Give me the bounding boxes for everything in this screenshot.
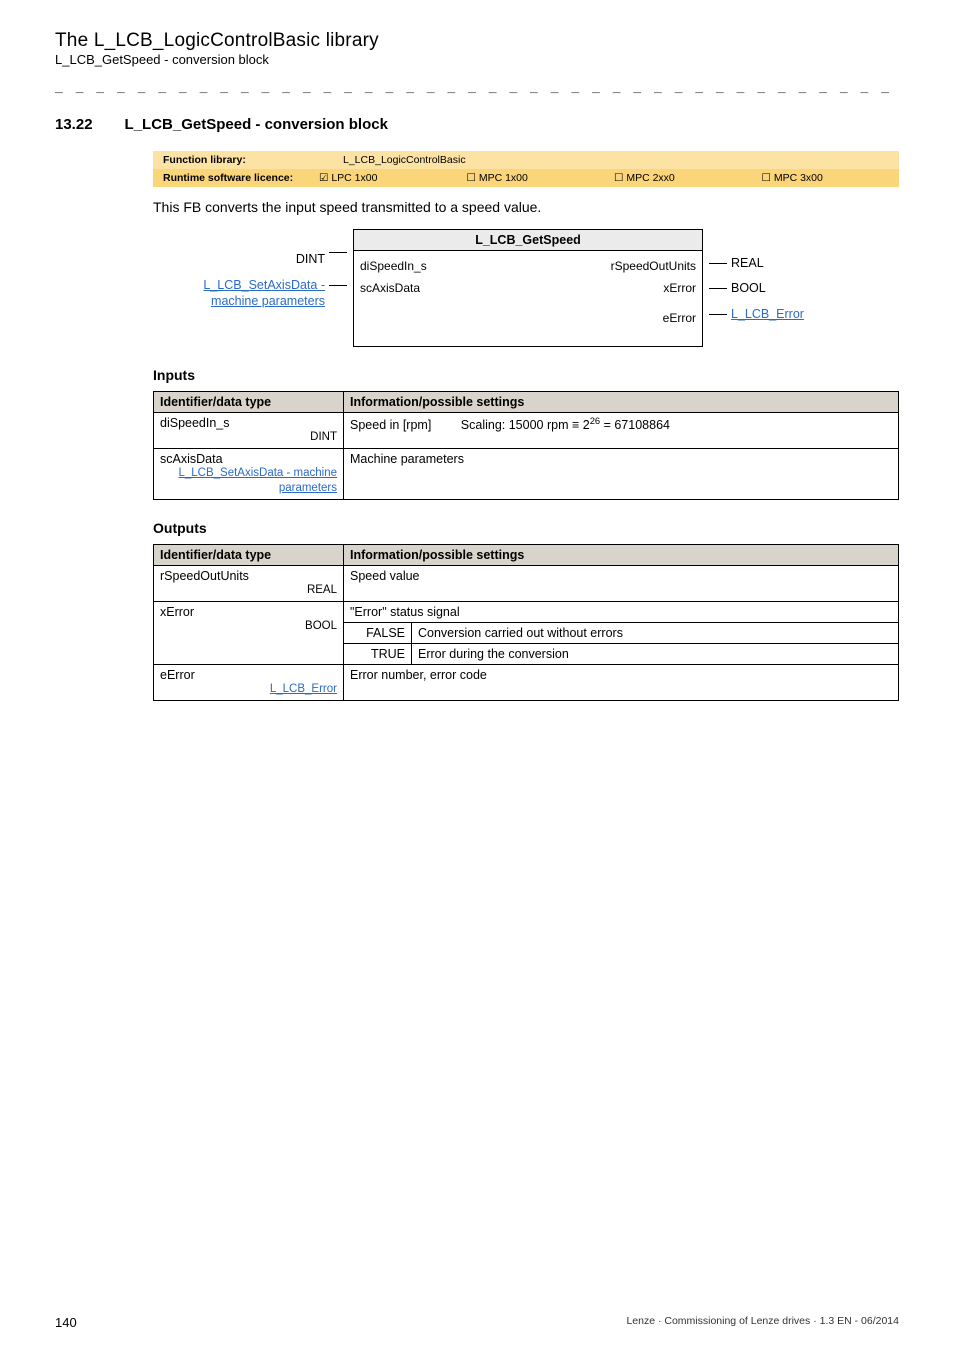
page-number: 140 — [55, 1315, 77, 1330]
page-footer: 140 Lenze · Commissioning of Lenze drive… — [55, 1275, 899, 1330]
wire-icon — [329, 252, 347, 253]
lic-3-checkbox-icon: ☐ — [614, 172, 623, 184]
lic-2: ☐ MPC 1x00 — [457, 169, 605, 187]
true-label: TRUE — [344, 643, 412, 664]
inputs-th-2: Information/possible settings — [344, 392, 899, 413]
table-row: xError BOOL "Error" status signal FALSE … — [154, 601, 899, 664]
port-in-1: diSpeedIn_s — [360, 259, 427, 273]
outputs-table: Identifier/data type Information/possibl… — [153, 544, 899, 701]
out-info-2-top: "Error" status signal — [344, 602, 898, 622]
outputs-th-1: Identifier/data type — [154, 544, 344, 565]
lic-1: ☑ LPC 1x00 — [309, 169, 457, 187]
ext-right-type-2: BOOL — [731, 281, 766, 295]
description: This FB converts the input speed transmi… — [153, 199, 899, 215]
port-out-1: rSpeedOutUnits — [611, 259, 696, 273]
wire-icon — [329, 285, 347, 286]
block-title: L_LCB_GetSpeed — [353, 229, 703, 250]
section-title: L_LCB_GetSpeed - conversion block — [125, 116, 388, 133]
runtime-label: Runtime software licence: — [153, 169, 309, 187]
page-title: The L_LCB_LogicControlBasic library — [55, 30, 899, 52]
table-row: diSpeedIn_s DINT Speed in [rpm] Scaling:… — [154, 413, 899, 449]
out-id-3: eError — [160, 668, 195, 682]
out-type-2: BOOL — [160, 619, 337, 634]
inputs-heading: Inputs — [153, 367, 899, 383]
out-link-3[interactable]: L_LCB_Error — [270, 683, 337, 695]
lic-3: ☐ MPC 2xx0 — [604, 169, 752, 187]
footer-right: Lenze · Commissioning of Lenze drives · … — [626, 1315, 899, 1330]
lic-2-checkbox-icon: ☐ — [467, 172, 476, 184]
lic-4-checkbox-icon: ☐ — [762, 172, 771, 184]
ext-right-type-1: REAL — [731, 256, 764, 270]
true-text: Error during the conversion — [412, 643, 899, 664]
lic-1-label: LPC 1x00 — [331, 172, 377, 184]
inputs-th-1: Identifier/data type — [154, 392, 344, 413]
false-text: Conversion carried out without errors — [412, 622, 899, 643]
ext-right-link[interactable]: L_LCB_Error — [731, 307, 804, 321]
input-info-1-prefix: Speed in [rpm] — [350, 418, 431, 432]
func-lib-label: Function library: — [153, 151, 333, 169]
false-label: FALSE — [344, 622, 412, 643]
license-row-2: Runtime software licence: ☑ LPC 1x00 ☐ M… — [153, 169, 899, 187]
block-body: diSpeedIn_s scAxisData rSpeedOutUnits xE… — [353, 250, 703, 347]
wire-icon — [709, 314, 727, 315]
out-type-1: REAL — [160, 583, 337, 598]
port-out-3: eError — [663, 311, 696, 325]
section-number: 13.22 — [55, 116, 93, 133]
lic-1-checkbox-icon: ☑ — [319, 172, 328, 184]
out-id-1: rSpeedOutUnits — [160, 569, 249, 583]
block-diagram: L_LCB_GetSpeed DINT L_LCB_SetAxisData - … — [153, 229, 899, 347]
out-info-1: Speed value — [344, 565, 899, 601]
table-row: scAxisData L_LCB_SetAxisData - machine p… — [154, 448, 899, 499]
input-info-2: Machine parameters — [344, 448, 899, 499]
lic-2-label: MPC 1x00 — [479, 172, 528, 184]
page-subtitle: L_LCB_GetSpeed - conversion block — [55, 52, 899, 67]
port-in-2: scAxisData — [360, 281, 420, 295]
table-row: eError L_LCB_Error Error number, error c… — [154, 664, 899, 700]
out-info-2-subtable: FALSE Conversion carried out without err… — [344, 622, 898, 664]
out-id-2: xError — [160, 605, 194, 619]
inputs-table: Identifier/data type Information/possibl… — [153, 391, 899, 500]
wire-icon — [709, 263, 727, 264]
lic-4: ☐ MPC 3x00 — [752, 169, 900, 187]
input-id-1: diSpeedIn_s — [160, 416, 230, 430]
license-row-1: Function library: L_LCB_LogicControlBasi… — [153, 151, 899, 169]
table-row: rSpeedOutUnits REAL Speed value — [154, 565, 899, 601]
input-id-2: scAxisData — [160, 452, 223, 466]
input-sublink-2[interactable]: L_LCB_SetAxisData - machine parameters — [178, 467, 337, 494]
port-out-2: xError — [663, 281, 696, 295]
ext-left-type-1: DINT — [296, 252, 325, 266]
out-info-3: Error number, error code — [344, 664, 899, 700]
divider: _ _ _ _ _ _ _ _ _ _ _ _ _ _ _ _ _ _ _ _ … — [55, 79, 899, 94]
ext-left-link[interactable]: L_LCB_SetAxisData - machine parameters — [153, 278, 325, 309]
func-lib-value: L_LCB_LogicControlBasic — [333, 151, 476, 169]
outputs-th-2: Information/possible settings — [344, 544, 899, 565]
lic-3-label: MPC 2xx0 — [626, 172, 674, 184]
input-type-1: DINT — [160, 430, 337, 445]
wire-icon — [709, 288, 727, 289]
lic-4-label: MPC 3x00 — [774, 172, 823, 184]
outputs-heading: Outputs — [153, 520, 899, 536]
input-info-1-scaling: Scaling: 15000 rpm ≡ 226 = 67108864 — [435, 418, 670, 432]
